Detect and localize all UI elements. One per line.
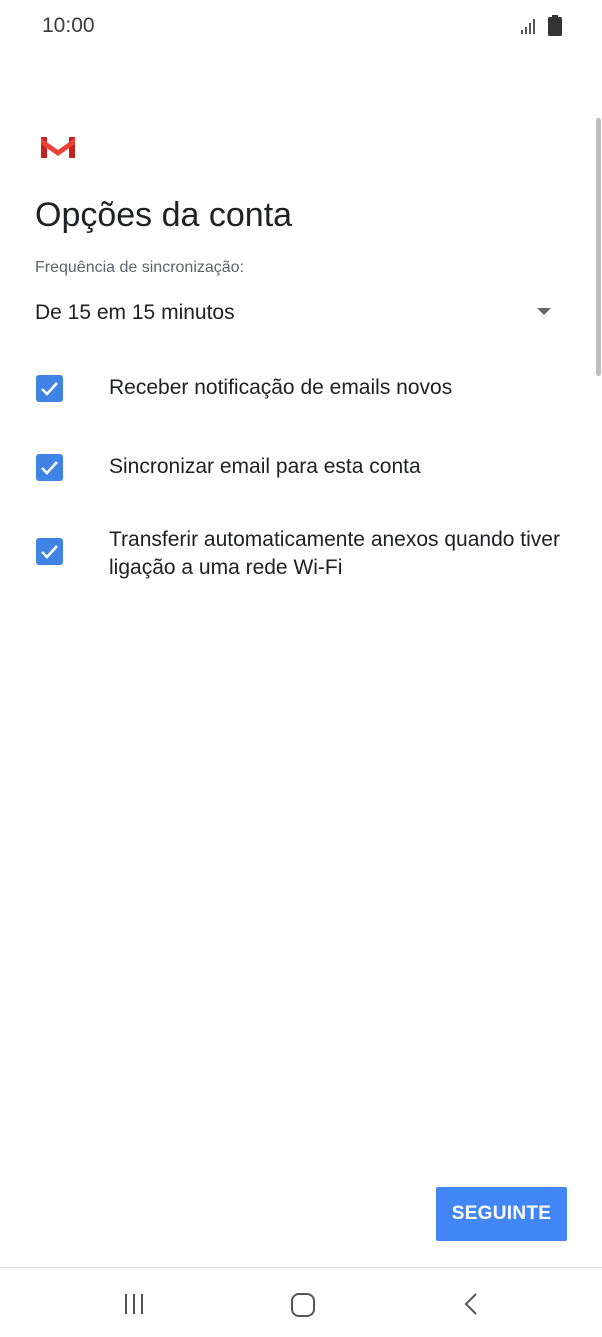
notify-checkbox[interactable] xyxy=(36,375,63,402)
back-icon[interactable] xyxy=(442,1282,502,1326)
option-notify-new-emails[interactable]: Receber notificação de emails novos xyxy=(35,372,575,404)
battery-icon xyxy=(548,15,562,42)
scrollbar[interactable] xyxy=(596,118,601,376)
recents-icon[interactable] xyxy=(105,1282,165,1326)
signal-icon xyxy=(520,17,538,40)
status-time: 10:00 xyxy=(42,14,95,37)
option-auto-download-attachments[interactable]: Transferir automaticamente anexos quando… xyxy=(35,526,575,586)
option-sync-email[interactable]: Sincronizar email para esta conta xyxy=(35,451,575,483)
home-icon[interactable] xyxy=(272,1282,332,1326)
sync-frequency-label: Frequência de sincronização: xyxy=(35,259,245,276)
auto-download-checkbox[interactable] xyxy=(36,538,63,565)
status-bar: 10:00 xyxy=(0,0,602,52)
navigation-bar xyxy=(0,1268,602,1337)
option-label: Sincronizar email para esta conta xyxy=(109,455,421,478)
option-label: Receber notificação de emails novos xyxy=(109,376,453,399)
sync-frequency-dropdown[interactable]: De 15 em 15 minutos xyxy=(35,292,561,336)
sync-email-checkbox[interactable] xyxy=(36,454,63,481)
option-label: Transferir automaticamente anexos quando… xyxy=(109,528,560,579)
gmail-logo-icon xyxy=(40,134,76,165)
next-button[interactable]: SEGUINTE xyxy=(436,1187,567,1241)
dropdown-arrow-icon xyxy=(537,308,551,315)
sync-frequency-value: De 15 em 15 minutos xyxy=(35,301,235,324)
page-title: Opções da conta xyxy=(35,196,293,234)
